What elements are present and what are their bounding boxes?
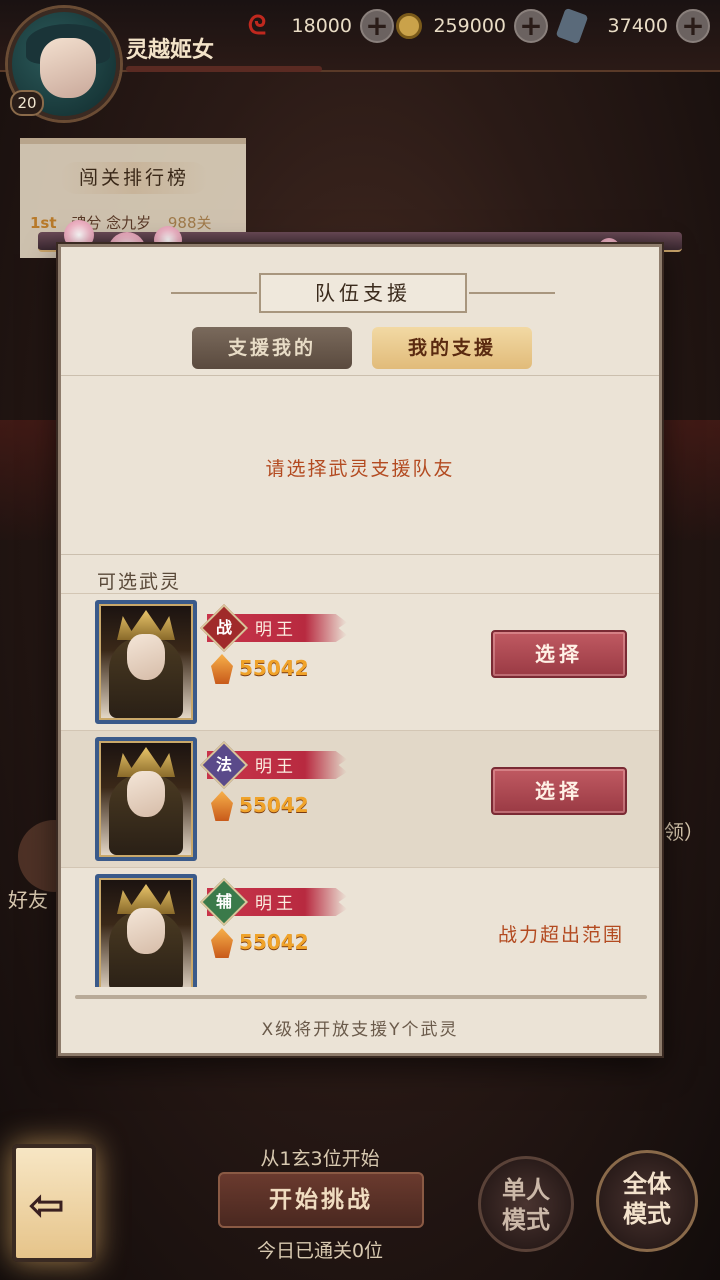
currency-coin: 259000 + bbox=[396, 8, 548, 44]
single-mode-label-line1: 单人 bbox=[502, 1175, 550, 1204]
combat-power-value: 55042 bbox=[239, 793, 309, 817]
list-item: 法 明王 55042 选择 bbox=[61, 730, 659, 867]
player-name: 灵越姬女 bbox=[126, 37, 215, 63]
avatar-face bbox=[40, 38, 96, 98]
tab-support-me[interactable]: 支援我的 bbox=[192, 327, 352, 369]
leaderboard-title: 闯关排行榜 bbox=[60, 162, 208, 194]
title-ornament-right bbox=[469, 292, 555, 294]
friends-label[interactable]: 好友 bbox=[8, 884, 48, 913]
class-label: 辅 bbox=[215, 892, 232, 911]
available-spirits-label: 可选武灵 bbox=[97, 571, 182, 593]
add-spiral-button[interactable]: + bbox=[360, 9, 394, 43]
spirit-portrait[interactable] bbox=[95, 600, 197, 724]
coin-icon bbox=[396, 13, 422, 39]
start-challenge-button[interactable]: 开始挑战 bbox=[218, 1172, 424, 1228]
spirit-list[interactable]: 战 明王 55042 选择 法 明王 55042 选择 辅 明王 55042 战… bbox=[61, 593, 659, 987]
all-mode-button[interactable]: 全体 模式 bbox=[596, 1150, 698, 1252]
all-mode-label-line1: 全体 bbox=[623, 1169, 671, 1198]
spirit-portrait[interactable] bbox=[95, 737, 197, 861]
list-divider bbox=[75, 995, 647, 999]
currency-spiral: ᘓ 18000 + bbox=[242, 8, 394, 44]
team-support-dialog: 队伍支援 支援我的 我的支援 请选择武灵支援队友 可选武灵 战 明王 55042… bbox=[58, 244, 662, 1056]
empty-selection-message: 请选择武灵支援队友 bbox=[265, 458, 455, 480]
title-ornament-left bbox=[171, 292, 257, 294]
portrait-face bbox=[127, 634, 165, 680]
back-arrow-icon: ⇦ bbox=[28, 1180, 65, 1231]
currency-value: 259000 bbox=[433, 15, 506, 37]
tab-my-support[interactable]: 我的支援 bbox=[372, 327, 532, 369]
leaderboard-row: 1st 魂兮 念九岁 988关 bbox=[30, 212, 212, 233]
currency-value: 37400 bbox=[607, 15, 668, 37]
single-mode-label-line2: 模式 bbox=[502, 1205, 550, 1234]
power-out-of-range-status: 战力超出范围 bbox=[497, 924, 624, 946]
start-position-hint: 从1玄3位开始 bbox=[260, 1148, 380, 1170]
list-item: 战 明王 55042 选择 bbox=[61, 593, 659, 730]
class-label: 战 bbox=[215, 618, 232, 637]
spirit-name: 明王 bbox=[255, 894, 297, 914]
unlock-note: X级将开放支援Y个武灵 bbox=[261, 1020, 459, 1040]
combat-power-value: 55042 bbox=[239, 930, 309, 954]
experience-bar bbox=[126, 66, 322, 72]
all-mode-label-line2: 模式 bbox=[623, 1199, 671, 1228]
player-level-badge: 20 bbox=[10, 90, 44, 116]
dialog-title: 队伍支援 bbox=[259, 273, 467, 313]
spirit-name: 明王 bbox=[255, 757, 297, 777]
portrait-face bbox=[127, 771, 165, 817]
crystal-icon bbox=[555, 7, 589, 45]
portrait-face bbox=[127, 908, 165, 954]
leaderboard-rank: 1st bbox=[30, 214, 57, 232]
list-item: 辅 明王 55042 战力超出范围 bbox=[61, 867, 659, 987]
selected-support-slot: 请选择武灵支援队友 bbox=[61, 375, 659, 555]
select-button[interactable]: 选择 bbox=[491, 767, 627, 815]
add-coin-button[interactable]: + bbox=[514, 9, 548, 43]
combat-power-value: 55042 bbox=[239, 656, 309, 680]
claim-text-fragment: 领） bbox=[664, 820, 704, 844]
add-crystal-button[interactable]: + bbox=[676, 9, 710, 43]
class-label: 法 bbox=[215, 755, 232, 774]
combat-power-icon bbox=[211, 654, 233, 684]
spirit-name: 明王 bbox=[255, 620, 297, 640]
spiral-token-icon: ᘓ bbox=[247, 10, 267, 41]
back-lantern-button[interactable]: ⇦ bbox=[12, 1144, 96, 1262]
cleared-today-count: 今日已通关0位 bbox=[256, 1240, 384, 1262]
select-button[interactable]: 选择 bbox=[491, 630, 627, 678]
combat-power-icon bbox=[211, 928, 233, 958]
currency-value: 18000 bbox=[291, 15, 352, 37]
combat-power-icon bbox=[211, 791, 233, 821]
currency-crystal: 37400 + bbox=[555, 7, 710, 45]
single-mode-button[interactable]: 单人 模式 bbox=[478, 1156, 574, 1252]
spirit-portrait[interactable] bbox=[95, 874, 197, 987]
